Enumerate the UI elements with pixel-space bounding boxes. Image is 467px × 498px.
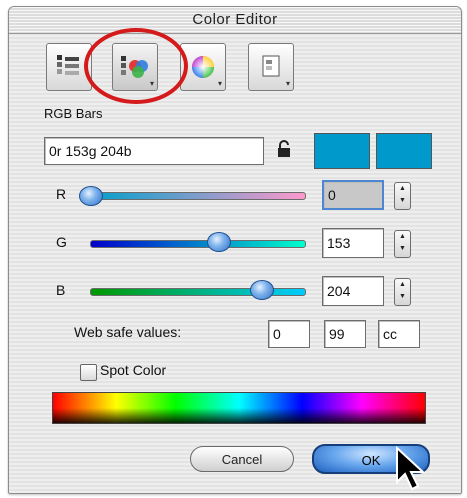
title-bar[interactable]: Color Editor: [9, 7, 461, 34]
sliders-icon: [57, 55, 79, 75]
green-value-field[interactable]: [322, 228, 384, 258]
original-color-swatch: [314, 133, 370, 169]
window-title: Color Editor: [192, 11, 278, 28]
red-slider-thumb[interactable]: [79, 186, 103, 206]
tab-palettes[interactable]: ▾: [112, 43, 158, 91]
rgb-bars-label: RGB Bars: [44, 106, 103, 121]
mouse-pointer-icon: [396, 446, 426, 491]
green-slider-track[interactable]: [90, 240, 306, 248]
blue-value-field[interactable]: [322, 276, 384, 306]
channel-label-g: G: [56, 234, 67, 250]
web-safe-b-field[interactable]: [378, 320, 420, 348]
channel-label-b: B: [56, 282, 66, 298]
web-safe-g-field[interactable]: [324, 320, 366, 348]
color-spectrum-bar[interactable]: [52, 392, 426, 424]
new-color-swatch: [376, 133, 432, 169]
red-slider-track[interactable]: [90, 192, 306, 200]
tab-swatch-book[interactable]: ▾: [248, 43, 294, 91]
green-stepper[interactable]: ▲ ▼: [394, 230, 411, 258]
red-stepper[interactable]: ▲ ▼: [394, 182, 411, 210]
web-safe-label: Web safe values:: [74, 324, 182, 340]
cancel-button[interactable]: Cancel: [190, 446, 294, 472]
chevron-down-icon: ▾: [217, 79, 222, 88]
channel-label-r: R: [56, 186, 67, 202]
red-value-field[interactable]: [322, 180, 384, 210]
blue-stepper[interactable]: ▲ ▼: [394, 278, 411, 306]
spot-color-label: Spot Color: [100, 362, 167, 378]
lock-icon[interactable]: [276, 139, 292, 159]
chevron-down-icon: ▾: [149, 79, 154, 88]
tab-color-wheel[interactable]: ▾: [180, 43, 226, 91]
rgb-value-field[interactable]: [44, 137, 264, 165]
tab-sliders[interactable]: [46, 43, 92, 91]
web-safe-r-field[interactable]: [268, 320, 310, 348]
spot-color-checkbox[interactable]: [80, 364, 97, 381]
chevron-down-icon: ▾: [285, 79, 290, 88]
